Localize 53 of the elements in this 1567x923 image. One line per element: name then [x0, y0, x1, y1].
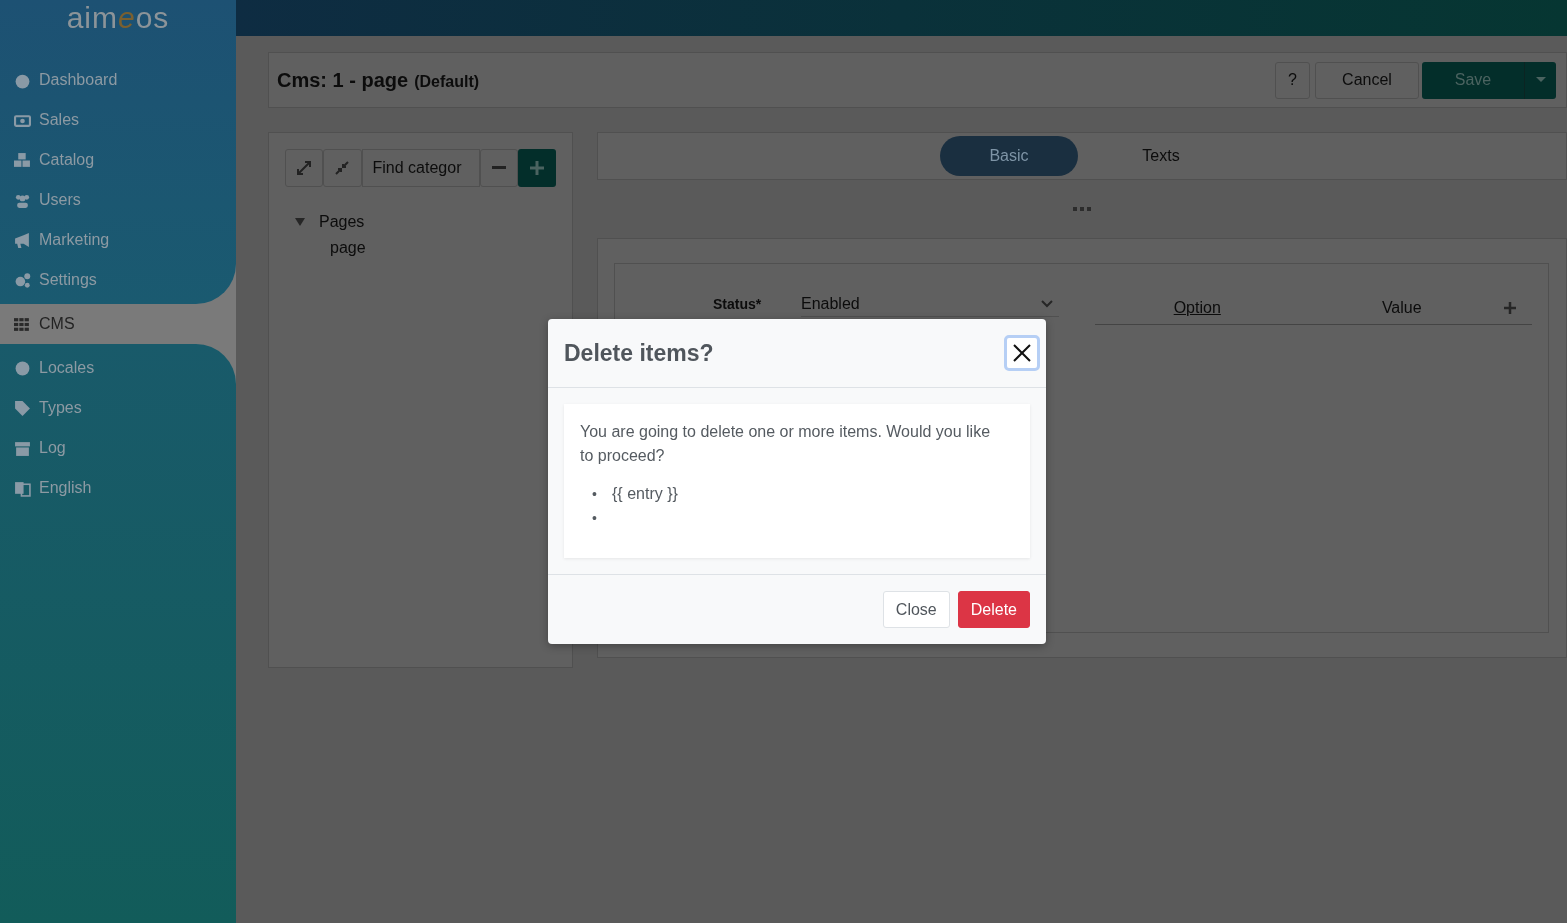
field-label: Status* [713, 296, 763, 312]
sidebar-item[interactable]: Marketing [0, 220, 236, 260]
sidebar-item[interactable]: Sales [0, 100, 236, 140]
collapse-button[interactable] [323, 149, 362, 187]
sidebar-item[interactable]: Locales [0, 348, 236, 388]
expand-icon [296, 160, 313, 176]
dropdown-button[interactable] [1524, 61, 1556, 99]
tab[interactable]: Basic [940, 136, 1078, 176]
plus-icon [529, 161, 544, 175]
page-subtitle: (Default) [414, 72, 480, 91]
sidebar-item[interactable]: Settings [0, 260, 236, 300]
chevron-down-icon [1041, 300, 1053, 308]
remove-button[interactable] [479, 149, 518, 187]
grid-icon [14, 315, 31, 333]
tree-node[interactable]: Pages [295, 213, 556, 231]
boxes-icon [14, 151, 31, 169]
sidebar-item[interactable]: Users [0, 180, 236, 220]
close-button[interactable]: Close [882, 591, 950, 628]
caret-down-icon[interactable] [295, 217, 305, 227]
list-item: {{ entry }} [612, 484, 678, 504]
sidebar-item[interactable]: English [0, 468, 236, 508]
caret-icon [1535, 77, 1546, 83]
more-icon[interactable] [1073, 206, 1091, 212]
add-button[interactable] [517, 149, 556, 187]
expand-button[interactable] [285, 149, 324, 187]
minus-icon [491, 166, 506, 170]
page-title: Cms: 1 - page [277, 68, 409, 92]
logo: aimeos [66, 0, 170, 36]
close-icon [1013, 344, 1031, 362]
sidebar-item[interactable]: Types [0, 388, 236, 428]
column-header[interactable]: Option [1095, 299, 1300, 317]
sidebar-item[interactable]: Catalog [0, 140, 236, 180]
close-button[interactable] [1004, 335, 1040, 371]
search-field[interactable]: Find categor [361, 149, 480, 187]
cancel-button[interactable]: Cancel [1315, 61, 1419, 99]
collapse-icon [334, 160, 351, 176]
tag-icon [14, 399, 31, 417]
dialog-message: You are going to delete one or more items. Would you like to proceed? [580, 422, 992, 466]
tree-node[interactable]: page [330, 239, 556, 257]
dialog-title: Delete items? [564, 339, 715, 367]
list-bullet: • [592, 485, 598, 504]
archive-icon [14, 439, 31, 457]
status-select[interactable]: Enabled [801, 292, 1059, 317]
delete-button[interactable]: Delete [957, 591, 1030, 628]
megaphone-icon [14, 231, 31, 249]
tab[interactable]: Texts [1092, 136, 1230, 176]
plus-icon[interactable] [1504, 302, 1516, 314]
sidebar-item[interactable]: Dashboard [0, 60, 236, 100]
column-header: Value [1380, 299, 1423, 317]
list-bullet: • [592, 509, 598, 528]
help-button[interactable]: ? [1275, 61, 1310, 99]
sidebar-item[interactable]: Log [0, 428, 236, 468]
save-button[interactable]: Save [1422, 61, 1524, 99]
